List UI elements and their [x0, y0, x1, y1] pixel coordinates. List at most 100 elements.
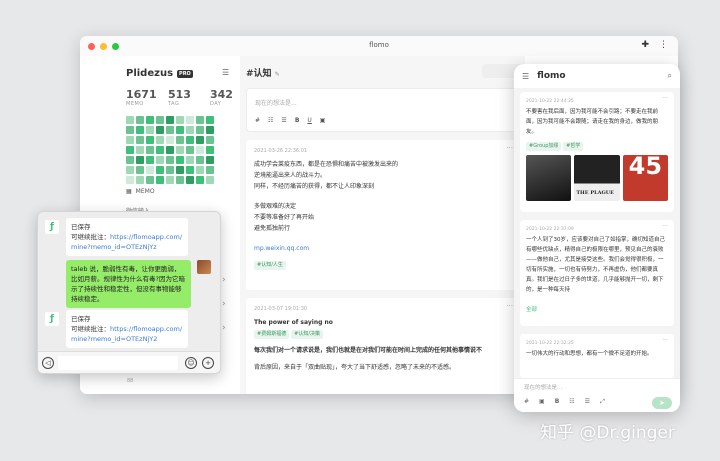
- bold-icon[interactable]: B: [295, 117, 300, 124]
- heatmap-cell: [166, 176, 174, 184]
- send-button[interactable]: ➤: [652, 397, 672, 409]
- chat-message[interactable]: 已保存 可继续批注：https://flomoapp.com/mine?memo…: [66, 310, 188, 348]
- editor-placeholder: 现在的想法是...: [255, 100, 297, 107]
- heatmap-cell: [206, 166, 214, 174]
- heatmap-cell: [146, 156, 154, 164]
- tag[interactable]: #认知/人生: [254, 261, 286, 270]
- photo[interactable]: 45: [622, 155, 668, 201]
- flomo-avatar[interactable]: ƒ: [45, 312, 59, 326]
- heatmap-cell: [186, 136, 194, 144]
- flomo-avatar[interactable]: ƒ: [45, 220, 59, 234]
- heatmap-cell: [136, 116, 144, 124]
- memo-card[interactable]: 2021-10-22 22:44:25 ··· 不要害在我后面，因为我可能不会引…: [520, 92, 674, 212]
- plus-icon[interactable]: +: [202, 357, 214, 369]
- heatmap-cell: [126, 146, 134, 154]
- heatmap-cell: [166, 166, 174, 174]
- user-header[interactable]: Plidezus PRO: [126, 68, 193, 79]
- stats: 1671 MEMO 513 TAG 342 DAY: [126, 88, 252, 107]
- heatmap-cell: [126, 126, 134, 134]
- heatmap-cell: [186, 126, 194, 134]
- page-title: #认知 ✎: [246, 69, 280, 79]
- list-icon[interactable]: ☷: [268, 117, 273, 124]
- more-icon[interactable]: ···: [662, 222, 668, 232]
- heatmap-cell: [126, 116, 134, 124]
- heatmap-cell: [146, 136, 154, 144]
- flomo-mobile: ☰ flomo ⌕ 2021-10-22 22:44:25 ··· 不要害在我后…: [514, 64, 680, 412]
- chat-input[interactable]: [58, 356, 178, 370]
- heatmap-cell: [176, 146, 184, 154]
- chat-message[interactable]: taleb 说，脆弱性有毒，让你更脆弱，比如月薪。规律性为什么有毒?因为它暗示了…: [66, 260, 191, 308]
- chat-message[interactable]: 已保存 可继续批注：https://flomoapp.com/mine?memo…: [66, 218, 188, 256]
- ordered-list-icon[interactable]: ☰: [281, 117, 286, 124]
- memo-card[interactable]: 2021-10-22 22:37:09 ··· 一个人到了30岁，应该要对自己了…: [520, 220, 674, 326]
- tag[interactable]: #哲学: [563, 142, 584, 151]
- menu-icon[interactable]: ☰: [522, 72, 529, 81]
- mobile-editor[interactable]: 现在的想法是... # ▣ B ☷ ☰ ⤢ ➤: [514, 378, 680, 412]
- heatmap-cell: [196, 166, 204, 174]
- memo-editor[interactable]: 现在的想法是... # ☷ ☰ B U ▣: [246, 88, 521, 132]
- more-icon[interactable]: ···: [506, 143, 513, 154]
- heatmap-cell: [206, 136, 214, 144]
- heatmap-cell: [136, 176, 144, 184]
- heatmap-cell: [166, 146, 174, 154]
- emoji-icon[interactable]: ☺: [185, 357, 197, 369]
- tag[interactable]: #认知/决策: [291, 330, 323, 339]
- heatmap-cell: [176, 156, 184, 164]
- heatmap-cell: [136, 166, 144, 174]
- heatmap-cell: [136, 146, 144, 154]
- heatmap-cell: [126, 176, 134, 184]
- expand-icon[interactable]: ⤢: [600, 398, 605, 406]
- puzzle-icon[interactable]: ✚: [641, 40, 649, 50]
- heatmap-cell: [156, 156, 164, 164]
- tag[interactable]: #Group加缪: [526, 142, 562, 151]
- heatmap-cell: [206, 156, 214, 164]
- heatmap-cell: [196, 116, 204, 124]
- voice-icon[interactable]: ◁: [42, 357, 54, 369]
- heatmap-cell: [156, 116, 164, 124]
- heatmap-cell: [196, 126, 204, 134]
- image-icon[interactable]: ▣: [320, 117, 326, 124]
- underline-icon[interactable]: U: [307, 117, 311, 124]
- heatmap-cell: [206, 146, 214, 154]
- image-icon[interactable]: ▣: [539, 398, 545, 406]
- edit-icon[interactable]: ✎: [275, 71, 280, 78]
- more-icon[interactable]: ⋮: [659, 40, 668, 50]
- bold-icon[interactable]: B: [555, 398, 560, 406]
- hash-icon[interactable]: #: [524, 398, 529, 406]
- heatmap-cell: [146, 126, 154, 134]
- heatmap-cell: [176, 176, 184, 184]
- list-icon[interactable]: ☷: [569, 398, 574, 406]
- hash-icon[interactable]: #: [255, 117, 260, 124]
- memo-card[interactable]: 2021-10-22 22:32:25 ··· 一切伟大的行动和思想，都有一个微…: [520, 334, 674, 378]
- heatmap-cell: [136, 156, 144, 164]
- user-avatar[interactable]: [197, 260, 211, 274]
- stat-memo: 1671 MEMO: [126, 88, 157, 107]
- heatmap-cell: [166, 126, 174, 134]
- expand-link[interactable]: 全部: [526, 305, 668, 315]
- heatmap-cell: [146, 166, 154, 174]
- more-icon[interactable]: ···: [662, 336, 668, 346]
- heatmap-cell: [156, 136, 164, 144]
- chat-input-bar: ◁ ☺ +: [38, 351, 220, 373]
- memo-card[interactable]: 2021-03-26 22:36:01 ··· 成功学会莱疫东西，都是在恐惧和痛…: [246, 140, 521, 290]
- memo-card[interactable]: 2021-03-07 19:01:30 ··· The power of say…: [246, 298, 521, 394]
- memo-link[interactable]: mp.weixin.qq.com: [254, 243, 513, 254]
- more-icon[interactable]: ···: [506, 301, 513, 312]
- chevron-right-icon[interactable]: ›: [222, 268, 226, 292]
- photo[interactable]: THE PLAGUE: [574, 155, 620, 201]
- heatmap-cell: [146, 116, 154, 124]
- ordered-list-icon[interactable]: ☰: [585, 398, 590, 406]
- settings-icon[interactable]: ☰: [222, 68, 229, 77]
- heatmap-cell: [126, 156, 134, 164]
- heatmap-cell: [176, 126, 184, 134]
- heatmap-cell: [156, 146, 164, 154]
- nav-memo[interactable]: ▦ MEMO: [126, 188, 155, 195]
- chevron-right-icon[interactable]: ›: [222, 316, 226, 340]
- tag[interactable]: #费姆斯福德: [254, 330, 290, 339]
- photo[interactable]: [526, 155, 572, 201]
- chevron-right-icon[interactable]: ›: [222, 292, 226, 316]
- search-icon[interactable]: ⌕: [668, 71, 672, 81]
- heatmap-cell: [196, 176, 204, 184]
- more-icon[interactable]: ···: [662, 94, 668, 104]
- window-title: flomo: [369, 41, 389, 49]
